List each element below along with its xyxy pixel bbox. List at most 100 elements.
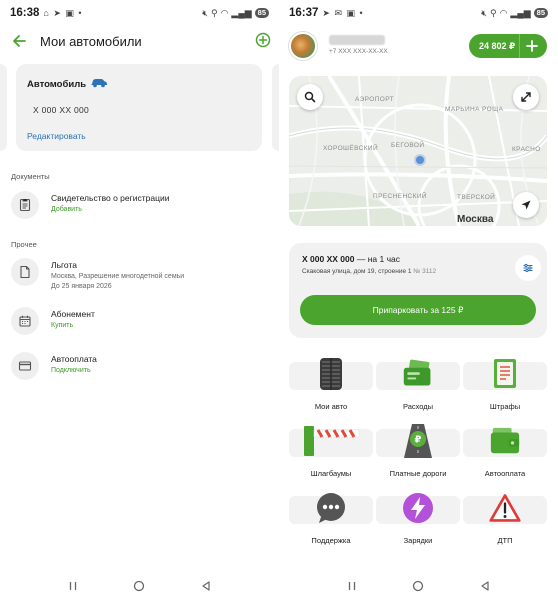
- home-icon[interactable]: [132, 579, 146, 593]
- back-nav-icon[interactable]: [478, 579, 492, 593]
- app-bar: Мои автомобили: [0, 30, 279, 54]
- map-search-button[interactable]: [297, 84, 323, 110]
- system-nav-bar: [279, 572, 558, 600]
- notification-icons: ➤ ✉ ▣ •: [322, 7, 364, 18]
- avatar[interactable]: [289, 32, 317, 60]
- add-document-link[interactable]: Добавить: [51, 206, 82, 213]
- car-icon: [91, 79, 107, 88]
- balance-amount: 24 802 ₽: [479, 40, 516, 51]
- other-section-label: Прочее: [11, 240, 37, 249]
- list-item-registration-certificate[interactable]: Свидетельство о регистрации Добавить: [0, 187, 279, 223]
- parking-settings-button[interactable]: [515, 255, 541, 281]
- tile-label: Автооплата: [484, 469, 526, 478]
- connect-autopay-link[interactable]: Подключить: [51, 367, 91, 374]
- parking-zone: № 3112: [413, 268, 437, 275]
- tile-expenses[interactable]: Расходы: [376, 359, 460, 422]
- list-item-title: Абонемент: [51, 309, 95, 319]
- status-time: 16:37: [289, 7, 319, 19]
- next-car-card-edge[interactable]: [272, 64, 279, 151]
- map-label-marina-roscha: МАРЬИНА РОЩА: [445, 106, 504, 113]
- map-label-krasno: КРАСНО: [512, 146, 541, 153]
- prev-car-card-edge[interactable]: [0, 64, 7, 151]
- tile-accident[interactable]: ДТП: [463, 494, 547, 556]
- warning-icon: [489, 490, 521, 526]
- recents-icon[interactable]: [345, 579, 359, 593]
- back-nav-icon[interactable]: [199, 579, 213, 593]
- park-now-button[interactable]: Припарковать за 125 ₽: [300, 295, 536, 325]
- toll-road-icon: ₽: [402, 423, 434, 459]
- battery-icon: 85: [533, 8, 548, 18]
- top-up-plus-icon[interactable]: [523, 37, 541, 55]
- add-car-icon[interactable]: [255, 32, 271, 48]
- parking-duration: — на 1 час: [354, 254, 400, 264]
- list-item-title: Льгота: [51, 260, 77, 270]
- sliders-icon: [523, 263, 533, 273]
- map-label-aeroport: АЭРОПОРТ: [355, 96, 395, 103]
- user-location-dot: [416, 156, 424, 164]
- tile-autopay[interactable]: Автооплата: [463, 427, 547, 489]
- tile-label: Мои авто: [314, 402, 348, 411]
- file-icon: [11, 258, 39, 286]
- car-plate: Х 000 ХХ 000: [33, 105, 90, 115]
- parking-plate-line: Х 000 ХХ 000 — на 1 час: [302, 254, 400, 264]
- tile-label: Поддержка: [311, 536, 351, 545]
- system-icons: 🔇︎ ⚲ ◠ ▂▄▆ 85: [481, 8, 548, 19]
- list-item-autopay[interactable]: Автооплата Подключить: [0, 348, 279, 384]
- wallet-cash-icon: [402, 356, 434, 392]
- tile-charging[interactable]: Зарядки: [376, 493, 460, 556]
- svg-text:₽: ₽: [415, 435, 422, 446]
- tile-toll-roads[interactable]: ₽ Платные дороги: [376, 424, 460, 489]
- search-icon: [304, 91, 316, 103]
- tile-barriers[interactable]: Шлагбаумы: [289, 426, 373, 489]
- recents-icon[interactable]: [66, 579, 80, 593]
- tile-label: Зарядки: [403, 536, 433, 545]
- signal-icon: ▂▄▆: [510, 7, 531, 18]
- edit-car-link[interactable]: Редактировать: [27, 131, 86, 141]
- tile-label: ДТП: [497, 536, 513, 545]
- list-item-title: Свидетельство о регистрации: [51, 193, 170, 203]
- barrier-icon: [299, 423, 363, 459]
- map-expand-button[interactable]: [513, 84, 539, 110]
- location-icon: ⚲: [489, 7, 497, 18]
- buy-subscription-link[interactable]: Купить: [51, 322, 73, 329]
- calendar-icon: [11, 307, 39, 335]
- tile-label: Штрафы: [489, 402, 521, 411]
- system-icons: 🔇︎ ⚲ ◠ ▂▄▆ 85: [202, 8, 269, 19]
- mute-icon: 🔇︎: [481, 7, 487, 18]
- status-bar: 16:37 ➤ ✉ ▣ • 🔇︎ ⚲ ◠ ▂▄▆ 85: [279, 0, 558, 26]
- home-icon[interactable]: [411, 579, 425, 593]
- my-cars-screen: 16:38 ⌂ ➤ ▣ • 🔇︎ ⚲ ◠ ▂▄▆ 85 Мои автомоби…: [0, 0, 279, 600]
- location-icon: ⚲: [210, 7, 218, 18]
- map-label-tverskoy: ТВЕРСКОЙ: [457, 194, 496, 201]
- charging-icon: [402, 490, 434, 526]
- car-card[interactable]: Автомобиль Х 000 ХХ 000 Редактировать: [16, 64, 262, 151]
- list-item-subscription[interactable]: Абонемент Купить: [0, 303, 279, 339]
- parking-address: Скаковая улица, дом 19, строение 1: [302, 268, 412, 275]
- user-name-redacted: [329, 35, 385, 45]
- expand-icon: [521, 92, 531, 102]
- back-arrow-icon[interactable]: [10, 32, 28, 50]
- documents-section-label: Документы: [11, 172, 50, 181]
- status-time: 16:38: [10, 7, 40, 19]
- map-city-label: Москва: [457, 214, 494, 225]
- tile-my-cars[interactable]: Мои авто: [289, 358, 373, 422]
- tile-fines[interactable]: Штрафы: [463, 359, 547, 422]
- parking-plate: Х 000 ХХ 000: [302, 254, 355, 264]
- map-label-presnensky: ПРЕСНЕНСКИЙ: [373, 193, 427, 200]
- list-item-title: Автооплата: [51, 354, 97, 364]
- my-location-button[interactable]: [513, 192, 539, 218]
- balance-button[interactable]: 24 802 ₽: [469, 34, 547, 58]
- list-item-benefit[interactable]: Льгота Москва, Разрешение многодетной се…: [0, 254, 279, 294]
- status-bar: 16:38 ⌂ ➤ ▣ • 🔇︎ ⚲ ◠ ▂▄▆ 85: [0, 0, 279, 26]
- parking-card: Х 000 ХХ 000 — на 1 час Скаковая улица, …: [289, 243, 547, 338]
- tile-label: Расходы: [402, 402, 434, 411]
- parking-map[interactable]: АЭРОПОРТ МАРЬИНА РОЩА ХОРОШЁВСКИЙ БЕГОВО…: [289, 76, 547, 226]
- car-label: Автомобиль: [27, 79, 87, 90]
- benefit-detail-line1: Москва, Разрешение многодетной семьи: [51, 273, 185, 280]
- user-phone: +7 ХХХ ХХХ-ХХ-ХХ: [329, 48, 388, 55]
- tile-support[interactable]: Поддержка: [289, 493, 373, 556]
- tile-label: Шлагбаумы: [310, 469, 352, 478]
- chat-icon: [315, 490, 347, 526]
- benefit-detail-line2: До 25 января 2026: [51, 283, 112, 290]
- notification-icons: ⌂ ➤ ▣ •: [43, 7, 83, 18]
